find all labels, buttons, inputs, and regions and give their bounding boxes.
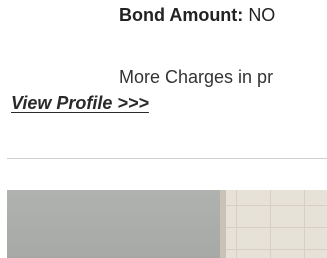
section-divider — [7, 158, 327, 159]
photo-tile-wall — [226, 190, 327, 258]
bond-amount-value: NO — [248, 5, 276, 25]
bond-amount-row: Bond Amount: NO — [119, 4, 275, 26]
more-charges-text: More Charges in pr — [119, 67, 274, 87]
bond-amount-label: Bond Amount: — [119, 5, 244, 25]
view-profile-link[interactable]: View Profile >>> — [11, 92, 149, 114]
mugshot-photo[interactable] — [7, 190, 327, 258]
photo-wall-area — [7, 190, 220, 258]
